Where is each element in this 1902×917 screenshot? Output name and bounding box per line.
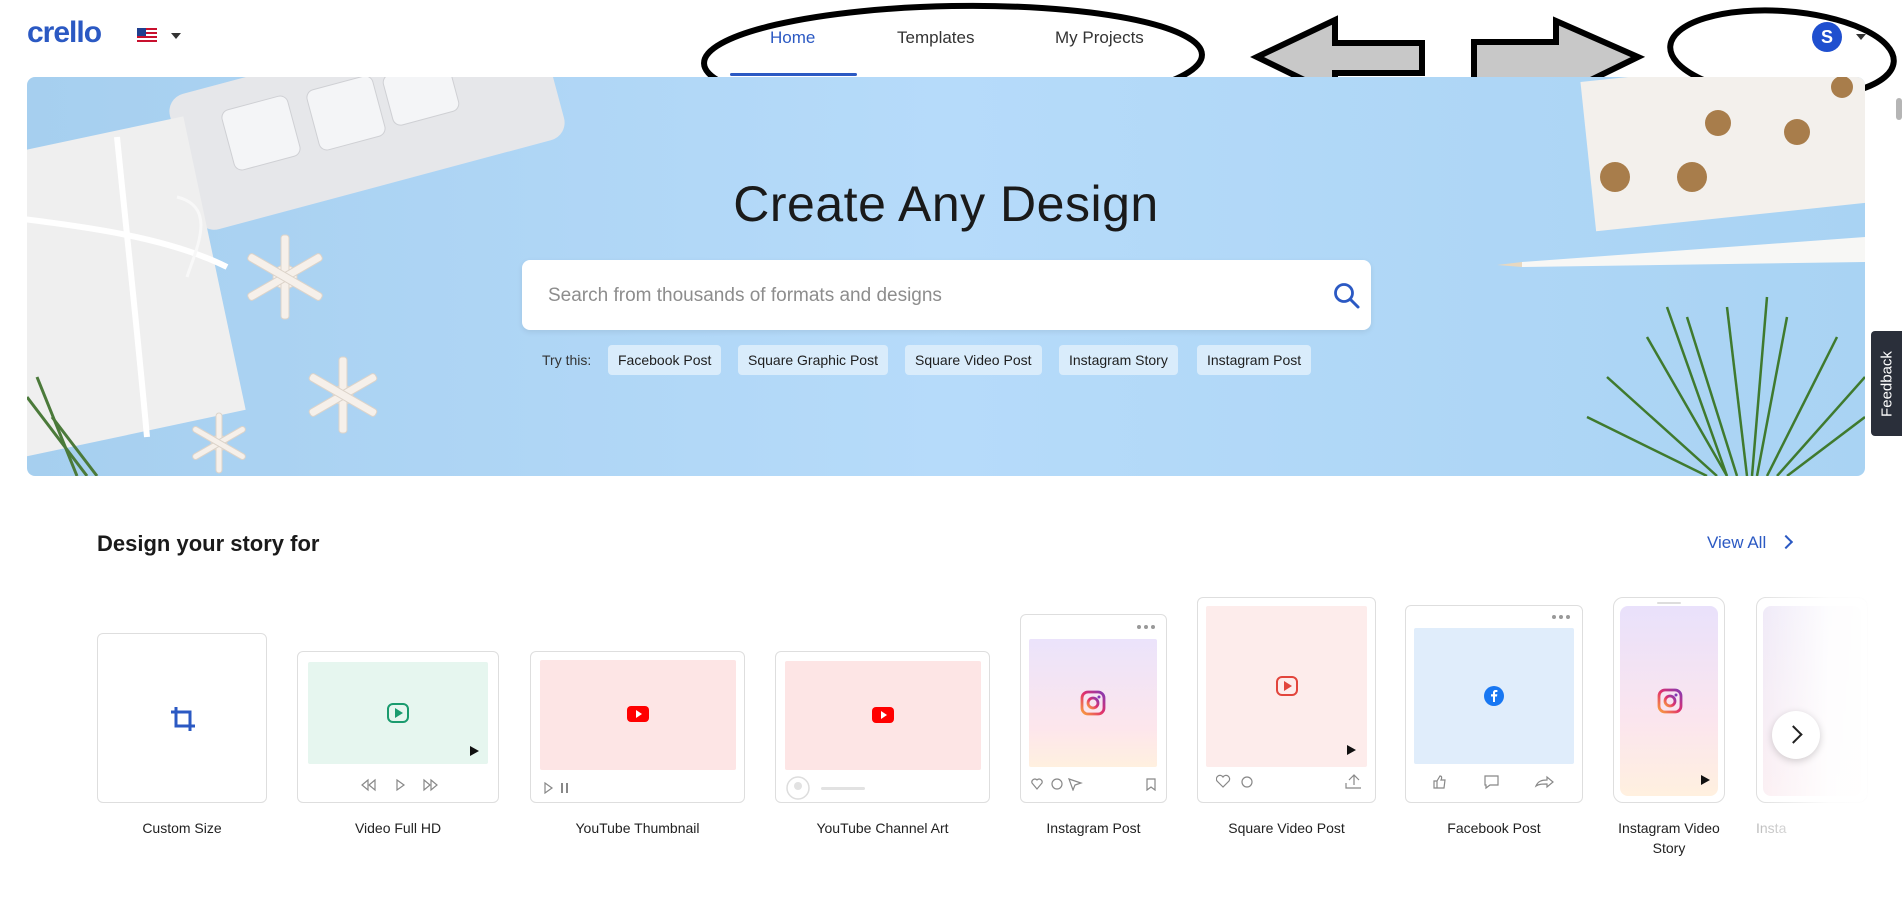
card-label: Instagram Video Story — [1618, 820, 1720, 856]
card-label: Custom Size — [142, 820, 222, 836]
us-flag-icon[interactable] — [137, 28, 157, 42]
play-icon — [387, 703, 409, 723]
avatar-placeholder-icon — [786, 776, 865, 800]
suggestion-chip[interactable]: Square Video Post — [905, 345, 1042, 375]
format-card-square-video-post[interactable] — [1197, 597, 1376, 803]
format-card-instagram-video-story[interactable] — [1613, 597, 1725, 803]
youtube-icon — [627, 706, 649, 722]
suggestion-chip[interactable]: Instagram Story — [1059, 345, 1178, 375]
card-label: Instagram Post — [1046, 820, 1141, 836]
thumbnail — [1763, 606, 1861, 796]
chevron-right-icon — [1784, 725, 1803, 744]
instagram-icon — [1080, 690, 1106, 716]
more-icon — [1552, 615, 1570, 619]
format-card-facebook-post[interactable] — [1405, 605, 1583, 803]
phone-notch — [1657, 602, 1681, 604]
format-card-youtube-thumbnail[interactable] — [530, 651, 745, 803]
play-icon — [470, 746, 479, 756]
more-icon — [1137, 625, 1155, 629]
play-icon — [1347, 745, 1356, 755]
instagram-icon — [1657, 688, 1683, 714]
youtube-icon — [872, 707, 894, 723]
feedback-tab[interactable]: Feedback — [1871, 331, 1902, 436]
nav-active-underline — [730, 73, 857, 76]
hero-title: Create Any Design — [733, 176, 1159, 232]
card-label: YouTube Channel Art — [816, 820, 949, 836]
format-card-instagram-story[interactable] — [1756, 597, 1868, 803]
hero-banner: Create Any Design Try this: Facebook Pos… — [27, 77, 1865, 476]
nav-templates[interactable]: Templates — [897, 28, 974, 48]
post-actions-icon — [1031, 778, 1156, 791]
format-card-youtube-channel-art[interactable] — [775, 651, 990, 803]
media-controls-icon — [361, 778, 438, 792]
card-label: Facebook Post — [1447, 820, 1541, 836]
play-icon — [1701, 775, 1710, 785]
card-label: Square Video Post — [1228, 820, 1345, 836]
suggestion-chip[interactable]: Square Graphic Post — [738, 345, 888, 375]
format-card-instagram-post[interactable] — [1020, 614, 1167, 803]
nav-home[interactable]: Home — [770, 28, 815, 48]
pencil-decoration — [1497, 237, 1865, 267]
suggestion-chip[interactable]: Facebook Post — [608, 345, 722, 375]
card-label: Insta — [1756, 820, 1787, 836]
chevron-right-icon[interactable] — [1778, 534, 1794, 550]
pine-right-decoration — [1586, 296, 1865, 476]
language-dropdown-icon[interactable] — [171, 33, 181, 39]
post-actions-icon — [1433, 775, 1554, 790]
account-dropdown-icon[interactable] — [1856, 34, 1866, 40]
post-actions-icon — [1216, 774, 1361, 789]
format-card-custom-size[interactable] — [97, 633, 267, 803]
suggestion-chip[interactable]: Instagram Post — [1197, 345, 1312, 375]
try-this-label: Try this: — [542, 352, 592, 368]
search-box — [522, 260, 1371, 330]
user-avatar[interactable]: S — [1812, 22, 1842, 52]
crop-icon — [171, 707, 195, 731]
format-card-video-full-hd[interactable] — [297, 651, 499, 803]
play-icon — [1276, 676, 1298, 696]
search-input[interactable] — [546, 280, 1290, 312]
scrollbar-thumb[interactable] — [1896, 98, 1902, 120]
view-all-link[interactable]: View All — [1707, 533, 1766, 553]
facebook-icon — [1484, 686, 1504, 706]
crello-logo[interactable]: crello — [27, 16, 102, 50]
section-title: Design your story for — [97, 531, 320, 556]
feedback-label: Feedback — [1878, 350, 1895, 417]
media-controls-icon — [544, 782, 568, 794]
card-label: Video Full HD — [354, 820, 442, 836]
carousel-next-button[interactable] — [1772, 711, 1820, 759]
card-label: YouTube Thumbnail — [575, 820, 700, 836]
nav-my-projects[interactable]: My Projects — [1055, 28, 1144, 48]
search-icon[interactable] — [1332, 281, 1362, 311]
